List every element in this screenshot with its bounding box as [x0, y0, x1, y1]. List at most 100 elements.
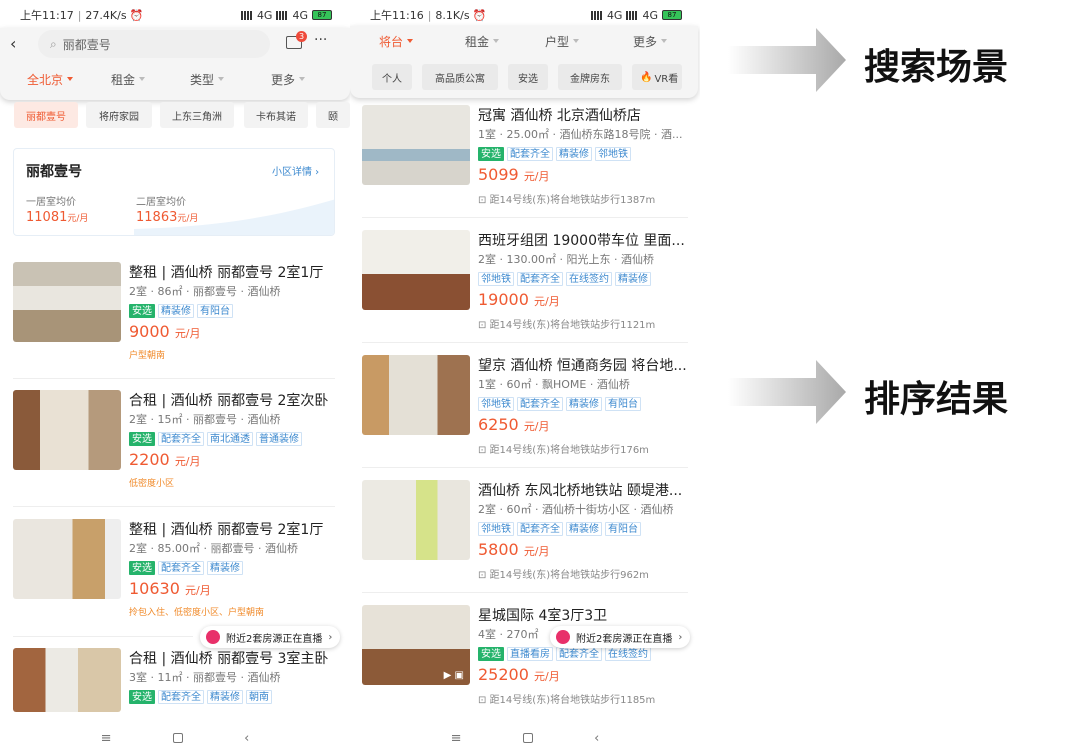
live-camera-icon	[206, 630, 220, 644]
filter-bar: 全北京 租金 类型 更多	[0, 70, 350, 88]
two-room-price: 11863元/月	[136, 210, 199, 225]
listing-card[interactable]: 合租 | 酒仙桥 丽都壹号 3室主卧 3室 · 11㎡ · 丽都壹号 · 酒仙桥…	[13, 648, 350, 718]
listing-card[interactable]: 冠寓 酒仙桥 北京酒仙桥店 1室 · 25.00㎡ · 酒仙桥东路18号院 · …	[362, 105, 700, 215]
listing-card[interactable]: 酒仙桥 东风北桥地铁站 颐堤港... 2室 · 60㎡ · 酒仙桥十街坊小区 ·…	[362, 480, 700, 590]
home-icon[interactable]	[522, 733, 533, 743]
search-input[interactable]: ⌕ 丽都壹号	[38, 30, 270, 58]
listing-title: 酒仙桥 东风北桥地铁站 颐堤港...	[478, 483, 683, 499]
alarm-icon: ⏰	[129, 8, 144, 22]
listing-photo	[13, 648, 121, 712]
listing-meta: 2室 · 60㎡ · 酒仙桥十街坊小区 · 酒仙桥	[478, 503, 674, 516]
back-icon[interactable]: ‹	[10, 34, 16, 53]
listing-price: 2200 元/月	[129, 450, 201, 469]
listing-price: 9000 元/月	[129, 322, 201, 341]
listing-meta: 2室 · 85.00㎡ · 丽都壹号 · 酒仙桥	[129, 542, 298, 555]
listing-subway: ⊡ 距14号线(东)将台地铁站步行176m	[478, 445, 649, 456]
filter-location[interactable]: 将台	[350, 32, 442, 50]
filter-rent[interactable]: 租金	[442, 32, 522, 50]
signal-icon	[590, 10, 603, 20]
filter-bar: 将台 租金 户型 更多	[350, 32, 698, 50]
search-icon: ⌕	[50, 36, 57, 51]
system-nav-bar: ≡ ‹	[0, 720, 350, 756]
more-icon[interactable]: ···	[314, 32, 327, 48]
chip-community[interactable]: 将府家园	[86, 102, 152, 128]
community-detail-link[interactable]: 小区详情 ›	[272, 163, 319, 178]
listing-card[interactable]: 西班牙组团 19000带车位 里面... 2室 · 130.00㎡ · 阳光上东…	[362, 230, 700, 340]
subway-icon: ⊡	[478, 195, 490, 206]
status-time: 上午11:16	[370, 9, 424, 22]
listing-tags: 安选 配套齐全 精装修 朝南	[129, 690, 272, 704]
chip-community[interactable]: 上东三角洲	[160, 102, 234, 128]
menu-icon[interactable]: ≡	[101, 731, 112, 746]
filter-rent[interactable]: 租金	[100, 70, 156, 88]
chip-community[interactable]: 卡布其诺	[244, 102, 308, 128]
filter-location[interactable]: 全北京	[0, 70, 100, 88]
listing-photo	[13, 519, 121, 599]
community-card[interactable]: 丽都壹号 小区详情 › 一居室均价 11081元/月 二居室均价 11863元/…	[13, 148, 335, 236]
listing-card[interactable]: 望京 酒仙桥 恒通商务园 将台地... 1室 · 60㎡ · 飘HOME · 酒…	[362, 355, 700, 465]
chip-community[interactable]: 颐	[316, 102, 350, 128]
back-icon[interactable]: ‹	[594, 731, 599, 746]
live-stream-banner[interactable]: 附近2套房源正在直播 ›	[200, 626, 341, 648]
listing-meta: 2室 · 86㎡ · 丽都壹号 · 酒仙桥	[129, 285, 281, 298]
fire-icon: 🔥	[640, 71, 653, 83]
chip-filter[interactable]: 🔥 VR看	[632, 64, 682, 90]
listing-photo	[13, 390, 121, 470]
listing-photo	[362, 480, 470, 560]
one-room-label: 一居室均价	[26, 197, 76, 208]
search-scene-label: 搜索场景	[864, 47, 1009, 88]
filter-layout[interactable]: 户型	[522, 32, 602, 50]
status-time: 上午11:17	[20, 9, 74, 22]
listing-title: 合租 | 酒仙桥 丽都壹号 3室主卧	[129, 651, 329, 667]
listing-meta: 1室 · 25.00㎡ · 酒仙桥东路18号院 · 酒...	[478, 128, 683, 141]
listing-card[interactable]: 整租 | 酒仙桥 丽都壹号 2室1厅 2室 · 86㎡ · 丽都壹号 · 酒仙桥…	[13, 262, 350, 372]
listing-price: 10630 元/月	[129, 579, 211, 598]
filter-more[interactable]: 更多	[258, 70, 318, 88]
chip-community[interactable]: 丽都壹号	[14, 102, 78, 128]
signal-icon	[240, 10, 253, 20]
chip-filter[interactable]: 金牌房东	[558, 64, 622, 90]
listing-price: 19000 元/月	[478, 290, 560, 309]
filter-type[interactable]: 类型	[156, 70, 258, 88]
live-camera-icon	[556, 630, 570, 644]
listing-highlight: 户型朝南	[129, 351, 166, 361]
network-type: 4G	[256, 8, 273, 22]
network-type: 4G	[292, 8, 308, 22]
right-phone-screen: 上午11:16 | 8.1K/s ⏰ 4G 4G 87 将台 租金 户型 更多 …	[350, 0, 700, 756]
listing-title: 冠寓 酒仙桥 北京酒仙桥店	[478, 108, 641, 124]
live-stream-banner[interactable]: 附近2套房源正在直播 ›	[550, 626, 691, 648]
filter-more[interactable]: 更多	[602, 32, 698, 50]
chip-filter[interactable]: 高品质公寓	[422, 64, 498, 90]
listing-tags: 安选 配套齐全 精装修 邻地铁	[478, 147, 631, 161]
listing-tags: 安选 直播看房 配套齐全 在线签约	[478, 647, 651, 661]
network-type: 4G	[642, 8, 658, 22]
listing-subway: ⊡ 距14号线(东)将台地铁站步行1185m	[478, 695, 656, 706]
video-icon: ▶ ▣	[443, 670, 464, 681]
listing-tags: 邻地铁 配套齐全 精装修 有阳台	[478, 397, 641, 411]
home-icon[interactable]	[172, 733, 183, 743]
listing-title: 整租 | 酒仙桥 丽都壹号 2室1厅	[129, 265, 324, 281]
chip-filter[interactable]: 安选	[508, 64, 548, 90]
listing-photo	[362, 105, 470, 185]
chip-filter[interactable]: 个人	[372, 64, 412, 90]
signal-icon	[626, 10, 639, 20]
listing-price: 25200 元/月	[478, 665, 560, 684]
battery-icon: 87	[312, 10, 332, 20]
sort-result-label: 排序结果	[864, 379, 1009, 420]
listing-card[interactable]: 整租 | 酒仙桥 丽都壹号 2室1厅 2室 · 85.00㎡ · 丽都壹号 · …	[13, 519, 350, 629]
listing-card[interactable]: ▶ ▣ 星城国际 4室3厅3卫 4室 · 270㎡ 安选 直播看房 配套齐全 在线签约…	[362, 605, 700, 715]
status-bar: 上午11:17 | 27.4K/s ⏰ 4G 4G 87	[0, 0, 350, 30]
listing-tags: 邻地铁 配套齐全 在线签约 精装修	[478, 272, 651, 286]
chevron-right-icon: ›	[678, 631, 683, 643]
listing-highlight: 低密度小区	[129, 479, 175, 489]
menu-icon[interactable]: ≡	[451, 731, 462, 746]
listing-title: 合租 | 酒仙桥 丽都壹号 2室次卧	[129, 393, 329, 409]
one-room-price: 11081元/月	[26, 210, 89, 225]
listing-subway: ⊡ 距14号线(东)将台地铁站步行1387m	[478, 195, 656, 206]
listing-card[interactable]: 合租 | 酒仙桥 丽都壹号 2室次卧 2室 · 15㎡ · 丽都壹号 · 酒仙桥…	[13, 390, 350, 500]
listing-subway: ⊡ 距14号线(东)将台地铁站步行1121m	[478, 320, 656, 331]
listing-photo	[13, 262, 121, 342]
back-icon[interactable]: ‹	[244, 731, 249, 746]
arrow-right-icon	[728, 28, 846, 92]
listing-tags: 安选 配套齐全 南北通透 普通装修	[129, 432, 302, 446]
